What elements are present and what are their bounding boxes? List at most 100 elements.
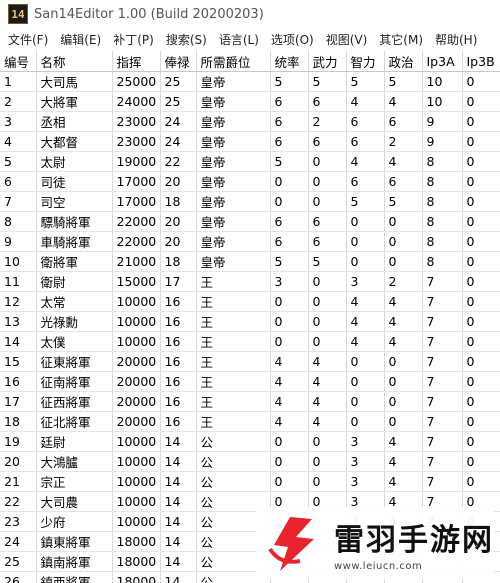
table-cell[interactable]: 0	[462, 331, 500, 352]
table-cell[interactable]: 公	[196, 471, 271, 492]
column-header[interactable]: 编号	[0, 51, 37, 72]
table-cell[interactable]: 6	[308, 91, 347, 112]
column-header[interactable]: 智力	[346, 51, 385, 72]
table-cell[interactable]: 太常	[36, 291, 113, 312]
table-cell[interactable]: 0	[462, 71, 500, 92]
table-cell[interactable]: 0	[462, 271, 500, 292]
table-cell[interactable]: 0	[462, 431, 500, 452]
table-cell[interactable]: 0	[346, 211, 385, 232]
table-cell[interactable]: 王	[196, 391, 271, 412]
table-cell[interactable]: 廷尉	[36, 431, 113, 452]
table-cell[interactable]: 0	[346, 411, 385, 432]
table-cell[interactable]: 4	[384, 471, 423, 492]
menu-options[interactable]: 选项(O)	[265, 31, 320, 48]
table-cell[interactable]: 21000	[112, 251, 161, 272]
column-header[interactable]: 俸禄	[160, 51, 197, 72]
table-cell[interactable]: 皇帝	[196, 71, 271, 92]
table-cell[interactable]: 5	[270, 151, 309, 172]
table-cell[interactable]: 10000	[112, 511, 161, 532]
table-cell[interactable]: 5	[346, 191, 385, 212]
table-cell[interactable]: 17000	[112, 191, 161, 212]
table-cell[interactable]: 6	[384, 171, 423, 192]
table-cell[interactable]: 7	[422, 371, 463, 392]
table-cell[interactable]: 24	[160, 111, 197, 132]
table-cell[interactable]: 0	[462, 471, 500, 492]
menu-help[interactable]: 帮助(H)	[429, 31, 483, 48]
table-cell[interactable]: 0	[308, 191, 347, 212]
table-cell[interactable]: 0	[462, 231, 500, 252]
table-cell[interactable]: 6	[0, 171, 37, 192]
table-cell[interactable]: 7	[422, 291, 463, 312]
table-cell[interactable]: 3	[346, 271, 385, 292]
table-cell[interactable]: 鎮東將軍	[36, 531, 113, 552]
table-cell[interactable]: 4	[346, 291, 385, 312]
table-row[interactable]: 8 驃騎將軍 22000 20 皇帝 6 6 0 0 8 0	[0, 211, 500, 232]
table-cell[interactable]: 4	[346, 331, 385, 352]
table-cell[interactable]: 驃騎將軍	[36, 211, 113, 232]
table-cell[interactable]: 0	[462, 411, 500, 432]
table-cell[interactable]: 0	[462, 371, 500, 392]
table-cell[interactable]: 25000	[112, 71, 161, 92]
table-cell[interactable]: 皇帝	[196, 251, 271, 272]
table-cell[interactable]: 18000	[112, 551, 161, 572]
column-header[interactable]: 政治	[384, 51, 423, 72]
table-cell[interactable]: 20000	[112, 391, 161, 412]
table-cell[interactable]: 8	[422, 211, 463, 232]
table-cell[interactable]: 0	[308, 171, 347, 192]
table-cell[interactable]: 5	[0, 151, 37, 172]
table-cell[interactable]: 18	[0, 411, 37, 432]
table-cell[interactable]: 征北將軍	[36, 411, 113, 432]
table-cell[interactable]: 14	[160, 451, 197, 472]
column-header[interactable]: 指挥	[112, 51, 161, 72]
table-cell[interactable]: 2	[0, 91, 37, 112]
column-header[interactable]: Ip3A	[422, 51, 463, 72]
table-cell[interactable]: 0	[308, 151, 347, 172]
table-cell[interactable]: 16	[160, 311, 197, 332]
table-cell[interactable]: 3	[346, 451, 385, 472]
table-cell[interactable]: 23000	[112, 111, 161, 132]
table-cell[interactable]: 皇帝	[196, 231, 271, 252]
table-cell[interactable]: 25	[160, 91, 197, 112]
table-cell[interactable]: 6	[270, 131, 309, 152]
table-cell[interactable]: 大都督	[36, 131, 113, 152]
table-cell[interactable]: 19	[0, 431, 37, 452]
table-cell[interactable]: 2	[384, 131, 423, 152]
table-cell[interactable]: 丞相	[36, 111, 113, 132]
table-cell[interactable]: 0	[462, 291, 500, 312]
table-cell[interactable]: 17	[0, 391, 37, 412]
table-cell[interactable]: 大司馬	[36, 71, 113, 92]
table-cell[interactable]: 11	[0, 271, 37, 292]
table-cell[interactable]: 王	[196, 331, 271, 352]
table-cell[interactable]: 0	[270, 451, 309, 472]
table-cell[interactable]: 6	[270, 91, 309, 112]
table-cell[interactable]: 車騎將軍	[36, 231, 113, 252]
table-cell[interactable]: 0	[270, 291, 309, 312]
table-cell[interactable]: 20000	[112, 371, 161, 392]
table-cell[interactable]: 0	[346, 351, 385, 372]
table-cell[interactable]: 0	[462, 111, 500, 132]
table-cell[interactable]: 18	[160, 251, 197, 272]
table-cell[interactable]: 7	[422, 451, 463, 472]
table-cell[interactable]: 18	[160, 191, 197, 212]
table-cell[interactable]: 15	[0, 351, 37, 372]
table-cell[interactable]: 9	[422, 131, 463, 152]
table-cell[interactable]: 4	[384, 431, 423, 452]
table-cell[interactable]: 0	[384, 211, 423, 232]
table-cell[interactable]: 大將軍	[36, 91, 113, 112]
table-cell[interactable]: 6	[384, 111, 423, 132]
table-cell[interactable]: 0	[270, 191, 309, 212]
table-cell[interactable]: 6	[308, 211, 347, 232]
menu-language[interactable]: 语言(L)	[213, 31, 265, 48]
table-cell[interactable]: 衛尉	[36, 271, 113, 292]
table-row[interactable]: 6 司徒 17000 20 皇帝 0 0 6 6 8 0	[0, 171, 500, 192]
table-cell[interactable]: 2	[384, 271, 423, 292]
table-cell[interactable]: 0	[462, 251, 500, 272]
table-cell[interactable]: 6	[346, 171, 385, 192]
table-cell[interactable]: 4	[346, 151, 385, 172]
table-cell[interactable]: 7	[422, 411, 463, 432]
table-cell[interactable]: 7	[422, 471, 463, 492]
table-cell[interactable]: 少府	[36, 511, 113, 532]
table-cell[interactable]: 20	[0, 451, 37, 472]
table-cell[interactable]: 15000	[112, 271, 161, 292]
table-cell[interactable]: 16	[160, 371, 197, 392]
